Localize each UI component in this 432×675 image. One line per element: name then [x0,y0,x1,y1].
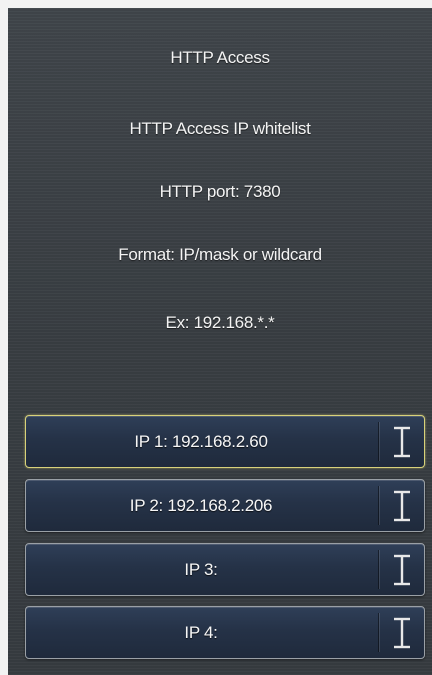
ip-4-label: IP 4: [184,623,218,642]
ip-1-button[interactable]: IP 1: 192.168.2.60 [25,415,425,468]
ip-2-label: IP 2: 192.168.2.206 [129,496,273,515]
text-cursor-icon[interactable] [386,615,418,651]
ip-4-button[interactable]: IP 4: [25,606,425,659]
button-divider [378,550,379,589]
format-hint-text: Format: IP/mask or wildcard [118,245,322,264]
ip-1-label: IP 1: 192.168.2.60 [134,432,268,451]
button-divider [378,422,379,461]
ip-3-label: IP 3: [184,560,218,579]
http-access-panel: HTTP Access HTTP Access IP whitelist HTT… [8,8,432,675]
ip-3-button[interactable]: IP 3: [25,543,425,596]
button-divider [378,486,379,525]
button-divider [378,613,379,652]
text-cursor-icon[interactable] [386,424,418,460]
http-port-text: HTTP port: 7380 [159,182,281,201]
text-cursor-icon[interactable] [386,488,418,524]
example-hint-text: Ex: 192.168.*.* [165,313,275,332]
ip-2-button[interactable]: IP 2: 192.168.2.206 [25,479,425,532]
whitelist-heading: HTTP Access IP whitelist [129,119,311,138]
text-cursor-icon[interactable] [386,552,418,588]
page-title: HTTP Access [170,48,270,67]
